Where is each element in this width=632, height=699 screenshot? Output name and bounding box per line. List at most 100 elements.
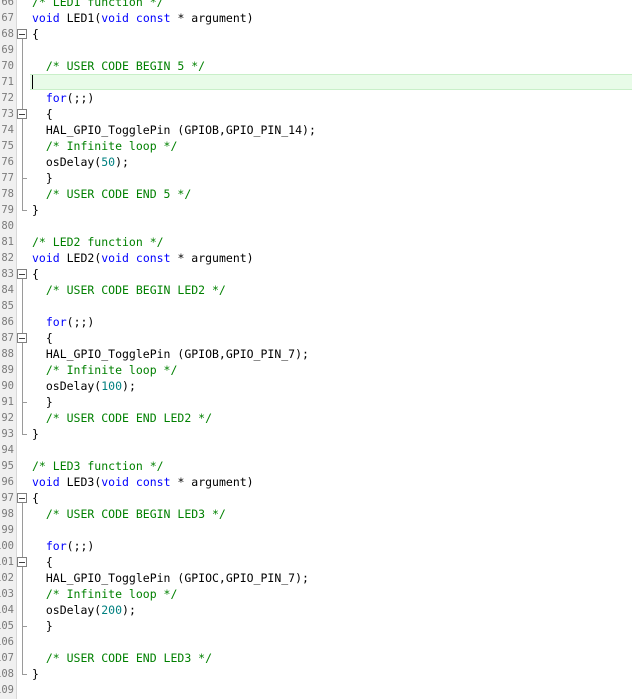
code-line[interactable]: 88 HAL_GPIO_TogglePin (GPIOB,GPIO_PIN_7)…: [0, 346, 632, 362]
code-line[interactable]: 104 osDelay(200);: [0, 602, 632, 618]
code-text: /* LED3 function */: [32, 458, 164, 474]
code-token: }: [32, 171, 53, 185]
line-number: 73: [1, 108, 14, 120]
line-number: 78: [1, 188, 14, 200]
line-number: 92: [1, 412, 14, 424]
code-line[interactable]: 77 }: [0, 170, 632, 186]
code-line[interactable]: 82 void LED2(void const * argument): [0, 250, 632, 266]
code-line[interactable]: 76 osDelay(50);: [0, 154, 632, 170]
code-token: {: [32, 27, 39, 41]
code-line[interactable]: 80: [0, 218, 632, 234]
line-number: 100: [0, 540, 14, 552]
code-line[interactable]: 71: [0, 74, 632, 90]
code-text: void LED3(void const * argument): [32, 474, 254, 490]
keyword-token: for: [45, 91, 67, 105]
code-line[interactable]: 85: [0, 298, 632, 314]
code-line[interactable]: 96 void LED3(void const * argument): [0, 474, 632, 490]
line-number: 102: [0, 572, 14, 584]
code-token: HAL_GPIO_TogglePin (GPIOC,GPIO_PIN_7);: [32, 571, 309, 585]
code-line[interactable]: 89 /* Infinite loop */: [0, 362, 632, 378]
code-token: * argument): [170, 251, 254, 265]
line-number: 66: [1, 0, 14, 8]
code-text: }: [32, 426, 39, 442]
code-token: HAL_GPIO_TogglePin (GPIOB,GPIO_PIN_7);: [32, 347, 309, 361]
comment-token: /* USER CODE END LED2 */: [32, 411, 213, 425]
code-text: /* LED1 function */: [32, 0, 164, 10]
line-number: 81: [1, 236, 14, 248]
keyword-token: for: [45, 315, 67, 329]
code-text: {: [32, 554, 53, 570]
number-token: 100: [101, 379, 123, 393]
code-text: HAL_GPIO_TogglePin (GPIOC,GPIO_PIN_7);: [32, 570, 309, 586]
code-line[interactable]: 95 /* LED3 function */: [0, 458, 632, 474]
code-text: /* Infinite loop */: [32, 362, 178, 378]
code-line[interactable]: 103 /* Infinite loop */: [0, 586, 632, 602]
code-line[interactable]: 81 /* LED2 function */: [0, 234, 632, 250]
code-line[interactable]: 90 osDelay(100);: [0, 378, 632, 394]
code-line[interactable]: 94: [0, 442, 632, 458]
comment-token: /* USER CODE BEGIN 5 */: [32, 59, 206, 73]
code-line[interactable]: 93}: [0, 426, 632, 442]
code-line[interactable]: 100 for(;;): [0, 538, 632, 554]
code-line[interactable]: 70 /* USER CODE BEGIN 5 */: [0, 58, 632, 74]
code-line[interactable]: 86 for(;;): [0, 314, 632, 330]
code-line[interactable]: 74 HAL_GPIO_TogglePin (GPIOB,GPIO_PIN_14…: [0, 122, 632, 138]
code-line[interactable]: 109: [0, 682, 632, 698]
comment-token: /* LED2 function */: [32, 235, 164, 249]
code-line[interactable]: 107 /* USER CODE END LED3 */: [0, 650, 632, 666]
line-number: 91: [1, 396, 14, 408]
code-line[interactable]: 79}: [0, 202, 632, 218]
code-line[interactable]: 92 /* USER CODE END LED2 */: [0, 410, 632, 426]
code-line[interactable]: 102 HAL_GPIO_TogglePin (GPIOC,GPIO_PIN_7…: [0, 570, 632, 586]
code-text: for(;;): [32, 90, 94, 106]
code-line[interactable]: 97 {: [0, 490, 632, 506]
keyword-token: void: [32, 475, 60, 489]
code-line[interactable]: 78 /* USER CODE END 5 */: [0, 186, 632, 202]
code-line[interactable]: 105 }: [0, 618, 632, 634]
code-text: osDelay(100);: [32, 378, 136, 394]
code-token: }: [32, 395, 53, 409]
line-number: 69: [1, 44, 14, 56]
code-line[interactable]: 68 {: [0, 26, 632, 42]
code-text: osDelay(50);: [32, 154, 129, 170]
line-number: 95: [1, 460, 14, 472]
code-token: {: [32, 331, 53, 345]
code-editor[interactable]: 66 /* LED1 function */67 void LED1(void co…: [0, 0, 632, 699]
line-number: 79: [1, 204, 14, 216]
comment-token: /* LED3 function */: [32, 459, 164, 473]
line-number: 83: [1, 268, 14, 280]
comment-token: /* USER CODE END 5 */: [32, 187, 192, 201]
code-line[interactable]: 69: [0, 42, 632, 58]
line-number: 87: [1, 332, 14, 344]
code-line[interactable]: 66 /* LED1 function */: [0, 0, 632, 10]
code-line[interactable]: 91 }: [0, 394, 632, 410]
line-number: 71: [1, 76, 14, 88]
code-line[interactable]: 75 /* Infinite loop */: [0, 138, 632, 154]
code-text: }: [32, 170, 53, 186]
code-line[interactable]: 73 {: [0, 106, 632, 122]
code-line[interactable]: 67 void LED1(void const * argument): [0, 10, 632, 26]
code-line[interactable]: 99: [0, 522, 632, 538]
code-token: }: [32, 427, 39, 441]
code-text: }: [32, 666, 39, 682]
line-number: 77: [1, 172, 14, 184]
code-token: }: [32, 667, 39, 681]
line-number: 85: [1, 300, 14, 312]
line-number: 98: [1, 508, 14, 520]
code-line[interactable]: 87 {: [0, 330, 632, 346]
code-line[interactable]: 72 for(;;): [0, 90, 632, 106]
code-text: }: [32, 618, 53, 634]
code-token: * argument): [170, 11, 254, 25]
code-line[interactable]: 101 {: [0, 554, 632, 570]
code-line[interactable]: 83 {: [0, 266, 632, 282]
code-line[interactable]: 106: [0, 634, 632, 650]
comment-token: /* USER CODE BEGIN LED2 */: [32, 283, 226, 297]
comment-token: /* USER CODE END LED3 */: [32, 651, 213, 665]
code-line[interactable]: 108}: [0, 666, 632, 682]
code-line[interactable]: 98 /* USER CODE BEGIN LED3 */: [0, 506, 632, 522]
code-text: HAL_GPIO_TogglePin (GPIOB,GPIO_PIN_14);: [32, 122, 316, 138]
code-line[interactable]: 84 /* USER CODE BEGIN LED2 */: [0, 282, 632, 298]
